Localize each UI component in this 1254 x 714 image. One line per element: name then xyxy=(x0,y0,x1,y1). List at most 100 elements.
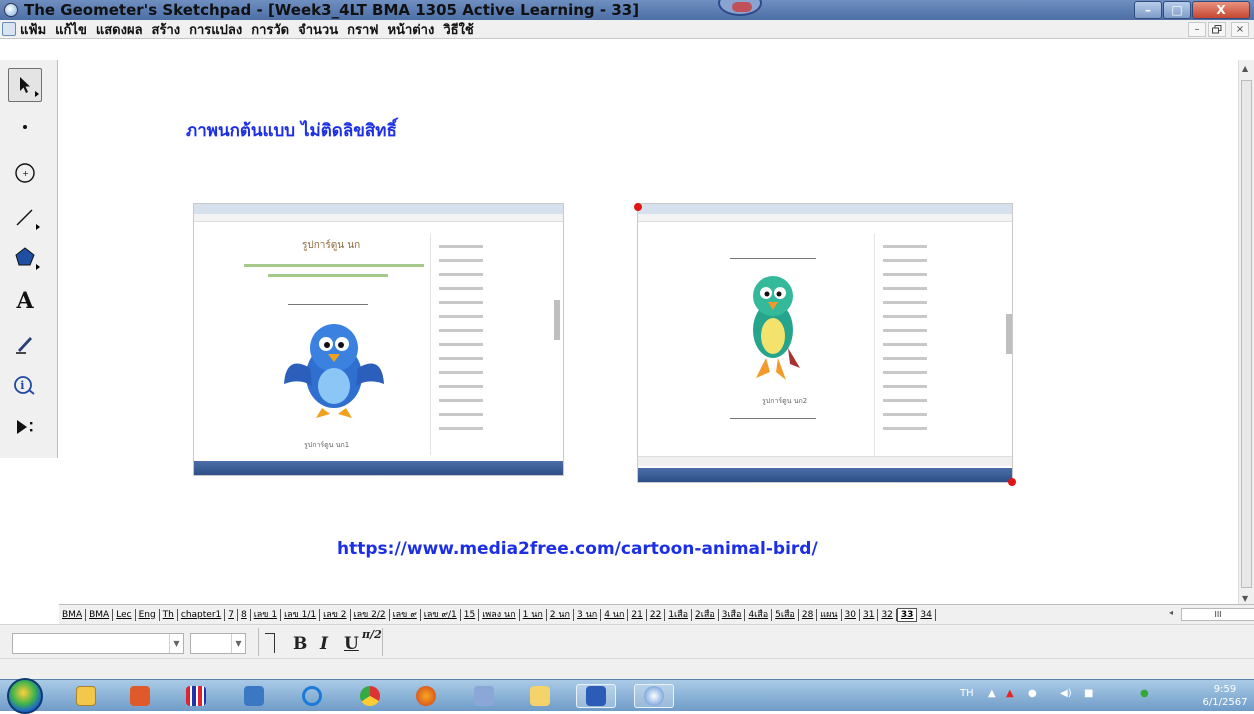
scroll-up-icon[interactable]: ▲ xyxy=(1242,64,1248,73)
warning-icon[interactable]: ▲ xyxy=(1006,688,1014,699)
page-tab[interactable]: 28 xyxy=(799,608,818,621)
right-shot-caption: รูปการ์ตูน นก2 xyxy=(762,397,808,405)
doc-minimize-button[interactable]: – xyxy=(1188,22,1206,37)
menu-graph[interactable]: กราฟ xyxy=(347,19,378,40)
page-tab[interactable]: 4เสือ xyxy=(745,608,773,621)
doc-restore-button[interactable] xyxy=(1208,22,1226,37)
menu-edit[interactable]: แก้ไข xyxy=(55,19,87,40)
polygon-tool[interactable] xyxy=(8,240,42,274)
page-tab[interactable]: 1 นก xyxy=(520,608,547,621)
page-tab[interactable]: เลข 2/2 xyxy=(351,608,390,621)
start-button[interactable] xyxy=(7,678,43,714)
office-icon[interactable] xyxy=(120,684,160,708)
page-tab[interactable]: 21 xyxy=(628,608,647,621)
font-size-select[interactable]: ▼ xyxy=(190,633,246,654)
explorer-icon[interactable] xyxy=(66,684,106,708)
page-tab[interactable]: เลข 1 xyxy=(251,608,282,621)
page-tab[interactable]: 32 xyxy=(878,608,897,621)
underline-button[interactable]: U xyxy=(344,634,359,654)
selection-point-top[interactable] xyxy=(634,203,642,211)
straightedge-tool[interactable] xyxy=(8,200,42,234)
doc-close-button[interactable]: × xyxy=(1231,22,1249,37)
keyboard-icon[interactable] xyxy=(464,684,504,708)
bold-button[interactable]: B xyxy=(293,634,307,654)
page-tab[interactable]: 31 xyxy=(860,608,879,621)
scroll-down-icon[interactable]: ▼ xyxy=(1242,594,1248,603)
page-tab[interactable]: 1เสือ xyxy=(665,608,693,621)
display-icon[interactable]: ■ xyxy=(1084,688,1093,699)
page-tab[interactable]: Lec xyxy=(113,608,136,621)
close-button[interactable]: X xyxy=(1192,1,1250,19)
page-tab[interactable]: Eng xyxy=(136,608,160,621)
page-tab-active[interactable]: 33 xyxy=(896,607,918,622)
computer-icon[interactable] xyxy=(234,684,274,708)
custom-tool[interactable] xyxy=(8,410,42,444)
page-tab[interactable]: เลข ๙ xyxy=(390,608,421,621)
point-icon xyxy=(23,125,27,129)
tray-expand-icon[interactable]: ▲ xyxy=(988,688,996,699)
menu-number[interactable]: จำนวน xyxy=(298,19,338,40)
sketchpad-app-icon[interactable] xyxy=(4,3,18,17)
sketchpad-icon[interactable] xyxy=(634,684,674,708)
information-tool[interactable]: i xyxy=(8,368,42,402)
network-icon[interactable]: ● xyxy=(1028,688,1037,699)
menu-window[interactable]: หน้าต่าง xyxy=(387,19,434,40)
page-tab[interactable]: 30 xyxy=(842,608,860,621)
page-tab[interactable]: 7 xyxy=(225,608,238,621)
word-icon[interactable] xyxy=(576,684,616,708)
page-tab[interactable]: Th xyxy=(160,608,178,621)
minimize-button[interactable]: – xyxy=(1134,1,1162,19)
vertical-scrollbar[interactable]: ▲ ▼ xyxy=(1238,60,1254,604)
menu-help[interactable]: วิธีใช้ xyxy=(443,19,473,40)
italic-button[interactable]: I xyxy=(320,634,328,654)
page-tab[interactable]: 34 xyxy=(917,608,936,621)
maximize-button[interactable]: □ xyxy=(1163,1,1191,19)
page-tab[interactable]: 15 xyxy=(461,608,480,621)
page-tab[interactable]: เพลง นก xyxy=(479,608,520,621)
page-tab[interactable]: 22 xyxy=(647,608,666,621)
folder-icon[interactable] xyxy=(520,684,560,708)
page-tab[interactable]: 5เสือ xyxy=(772,608,799,621)
page-tab[interactable]: เลข ๙/1 xyxy=(421,608,461,621)
menu-measure[interactable]: การวัด xyxy=(251,19,289,40)
math-format-button[interactable]: π/2 xyxy=(362,628,382,641)
text-color-swatch[interactable] xyxy=(265,633,275,653)
ie-icon[interactable] xyxy=(292,684,332,708)
clock[interactable]: 9:59 6/1/2567 xyxy=(1200,683,1250,709)
app-tray-icon[interactable]: ● xyxy=(1140,688,1149,699)
marker-tool[interactable] xyxy=(8,326,42,360)
page-tab[interactable]: 4 นก xyxy=(601,608,629,621)
page-tab[interactable]: BMA xyxy=(59,608,87,621)
arrow-select-tool[interactable] xyxy=(8,68,42,102)
menu-transform[interactable]: การแปลง xyxy=(189,19,242,40)
page-tab[interactable]: 2 นก xyxy=(547,608,575,621)
text-tool[interactable]: A xyxy=(8,284,42,318)
right-screenshot-image: รูปการ์ตูน นก2 xyxy=(637,203,1013,483)
selection-point-bottom[interactable] xyxy=(1008,478,1016,486)
tab-scroll-left-icon[interactable]: ◂ xyxy=(1169,608,1173,617)
scroll-thumb[interactable] xyxy=(1241,80,1252,588)
grid-app-icon[interactable] xyxy=(176,684,216,708)
document-icon[interactable] xyxy=(2,22,16,36)
page-tab[interactable]: 3 นก xyxy=(574,608,602,621)
page-tab[interactable]: แผน xyxy=(817,608,842,621)
compass-tool[interactable]: + xyxy=(8,156,42,190)
menu-display[interactable]: แสดงผล xyxy=(96,19,143,40)
menu-construct[interactable]: สร้าง xyxy=(152,19,181,40)
page-tab[interactable]: เลข 2 xyxy=(320,608,351,621)
page-tab[interactable]: 8 xyxy=(238,608,251,621)
menu-file[interactable]: แฟ้ม xyxy=(20,19,46,40)
font-family-select[interactable]: ▼ xyxy=(12,633,184,654)
page-tab[interactable]: 2เสือ xyxy=(692,608,719,621)
firefox-icon[interactable] xyxy=(406,684,446,708)
language-indicator[interactable]: TH xyxy=(960,688,974,699)
page-tab[interactable]: เลข 1/1 xyxy=(281,608,321,621)
source-url-text[interactable]: https://www.media2free.com/cartoon-anima… xyxy=(337,539,818,559)
point-tool[interactable] xyxy=(8,110,42,144)
chrome-icon[interactable] xyxy=(350,684,390,708)
page-tab[interactable]: 3เสือ xyxy=(719,608,746,621)
page-tab[interactable]: chapter1 xyxy=(178,608,226,621)
volume-icon[interactable]: ◀) xyxy=(1060,688,1072,699)
horizontal-scrollbar[interactable]: III xyxy=(1181,608,1254,621)
page-tab[interactable]: BMA xyxy=(86,608,114,621)
